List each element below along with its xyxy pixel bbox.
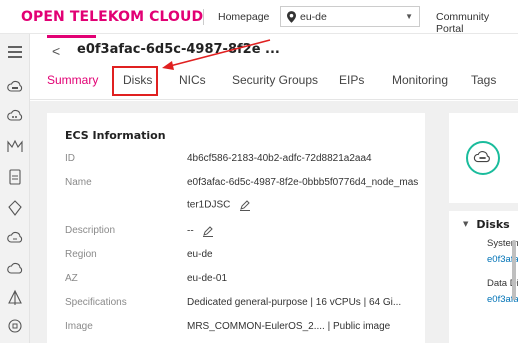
description-value-row: --: [187, 225, 214, 237]
card-divider: [449, 203, 518, 211]
community-portal-link[interactable]: Community Portal: [436, 11, 518, 35]
id-label: ID: [65, 153, 75, 164]
tab-summary[interactable]: Summary: [47, 73, 98, 87]
image-value: MRS_COMMON-EulerOS_2.... | Public image: [187, 321, 391, 332]
cloud-database-icon[interactable]: [6, 229, 24, 247]
cloud-server-icon: [473, 151, 490, 163]
nav-divider: [203, 9, 204, 25]
back-button[interactable]: <: [52, 43, 60, 59]
disks-section-title: Disks: [476, 218, 510, 231]
tab-nics[interactable]: NICs: [179, 73, 206, 87]
ecs-information-card: ECS Information ID 4b6cf586-2183-40b2-ad…: [47, 113, 425, 343]
name-value-line2: ter1DJSC: [187, 199, 231, 211]
security-icon[interactable]: [6, 199, 24, 217]
edit-description-icon[interactable]: [202, 225, 214, 237]
document-icon[interactable]: [6, 168, 24, 186]
tab-security-groups[interactable]: Security Groups: [232, 73, 318, 87]
cloud-server-icon[interactable]: [6, 78, 24, 96]
az-label: AZ: [65, 273, 78, 284]
tab-tags[interactable]: Tags: [471, 73, 496, 87]
id-value: 4b6cf586-2183-40b2-adfc-72d8821a2aa4: [187, 153, 372, 164]
name-label: Name: [65, 177, 92, 188]
az-value: eu-de-01: [187, 273, 228, 284]
specifications-value: Dedicated general-purpose | 16 vCPUs | 6…: [187, 297, 402, 308]
specifications-label: Specifications: [65, 297, 127, 308]
sidebar: [0, 34, 30, 343]
tab-eips[interactable]: EIPs: [339, 73, 364, 87]
disks-summary-card: ▼ Disks System e0f3afa Data Di e0f3afa: [449, 113, 518, 343]
shield-icon[interactable]: [6, 289, 24, 307]
cloud-storage-icon[interactable]: [6, 107, 24, 125]
region-selector[interactable]: eu-de ▼: [280, 6, 420, 27]
annotation-highlight-box: [112, 66, 158, 96]
ecs-status-icon: [466, 141, 500, 175]
ecs-information-title: ECS Information: [65, 129, 166, 142]
network-icon[interactable]: [6, 137, 24, 155]
edit-name-icon[interactable]: [239, 199, 251, 211]
region-value-text: eu-de: [187, 249, 213, 260]
region-label: Region: [65, 249, 97, 260]
settings-icon[interactable]: [6, 317, 24, 335]
cloud-icon[interactable]: [6, 259, 24, 277]
page-title: e0f3afac-6d5c-4987-8f2e ...: [77, 42, 280, 57]
location-pin-icon: [287, 11, 296, 23]
image-label: Image: [65, 321, 93, 332]
scrollbar[interactable]: [512, 240, 516, 300]
region-value: eu-de: [300, 11, 327, 23]
name-value: e0f3afac-6d5c-4987-8f2e-0bbb5f0776d4_nod…: [187, 177, 419, 188]
brand-logo[interactable]: OPEN TELEKOM CLOUD: [21, 9, 203, 25]
name-value-continued: ter1DJSC: [187, 199, 251, 211]
top-bar: OPEN TELEKOM CLOUD Homepage eu-de ▼ Comm…: [0, 0, 518, 35]
tab-bar: Summary Disks NICs Security Groups EIPs …: [30, 62, 518, 100]
menu-icon[interactable]: [6, 43, 24, 61]
caret-down-icon: ▼: [463, 220, 469, 228]
active-tab-indicator: [47, 35, 96, 38]
chevron-down-icon: ▼: [405, 12, 413, 21]
description-label: Description: [65, 225, 116, 236]
tab-monitoring[interactable]: Monitoring: [392, 73, 448, 87]
homepage-link[interactable]: Homepage: [218, 11, 269, 23]
description-value: --: [187, 225, 194, 237]
disks-section-header[interactable]: ▼ Disks: [463, 218, 510, 231]
